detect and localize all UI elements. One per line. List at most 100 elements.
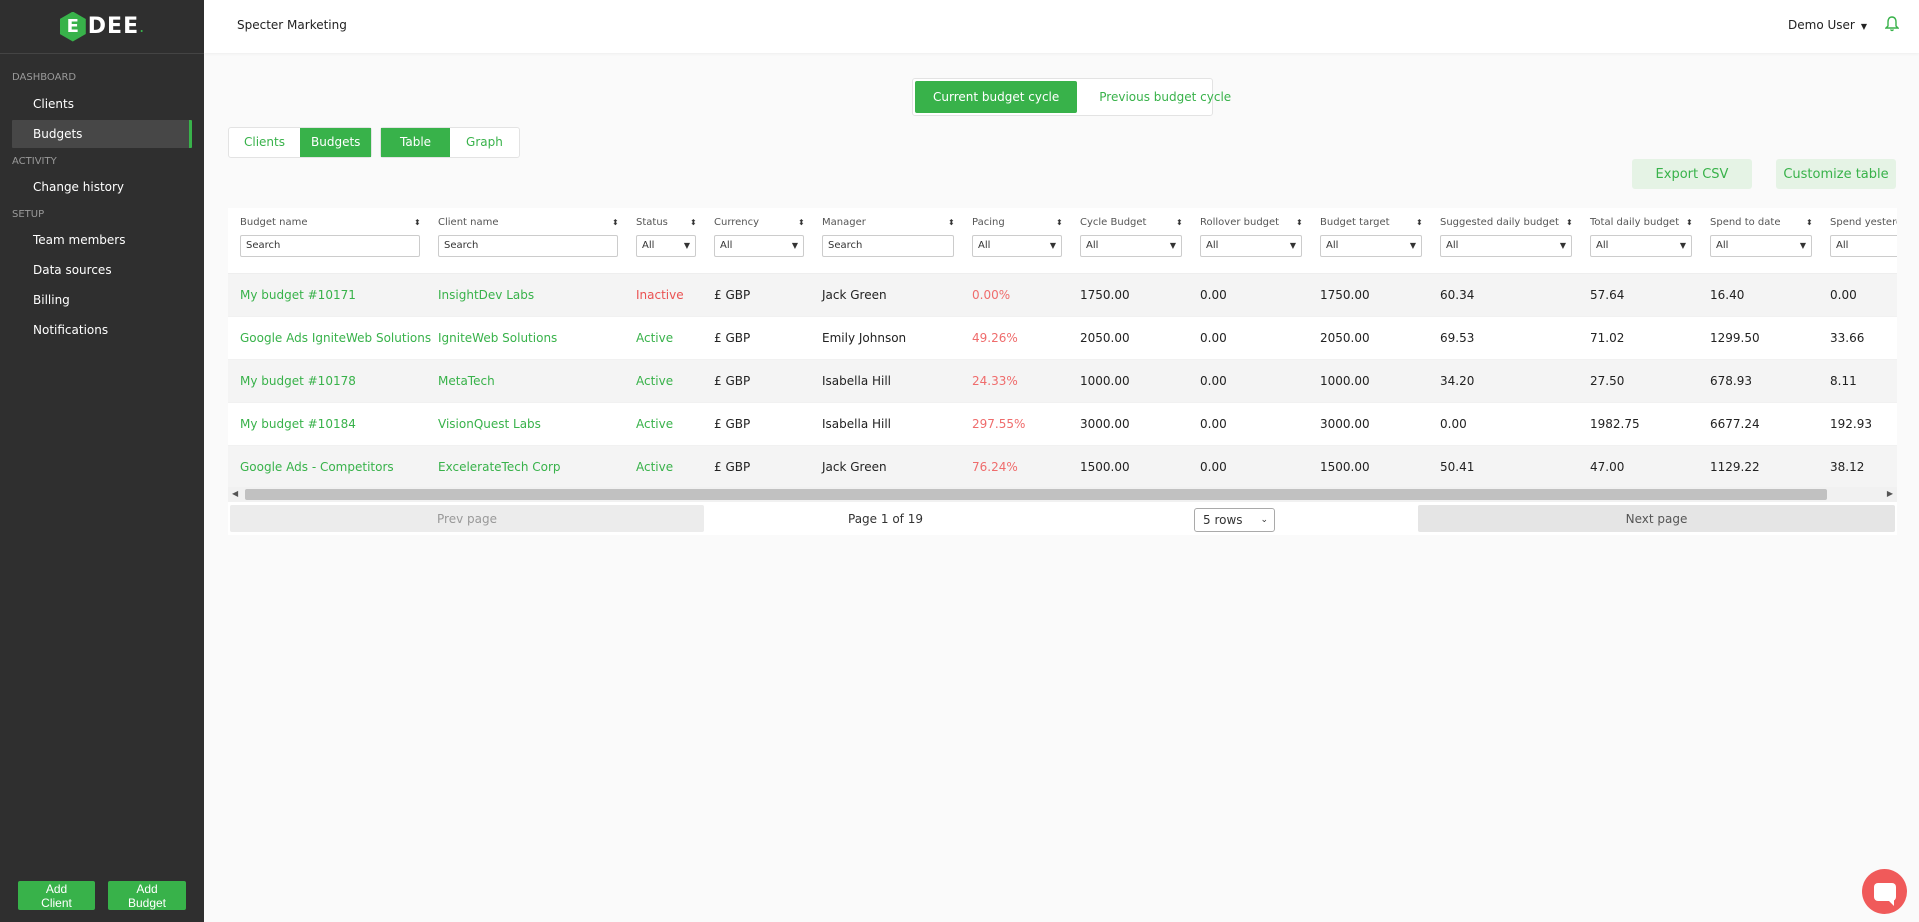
cell-rollover-budget: 0.00 bbox=[1200, 460, 1227, 474]
caret-down-icon: ▼ bbox=[791, 241, 798, 250]
sort-icon[interactable]: ⬍ bbox=[948, 218, 955, 227]
sort-icon[interactable]: ⬍ bbox=[798, 218, 805, 227]
rows-per-page-select[interactable]: 5 rows ⌄ bbox=[1194, 508, 1275, 532]
caret-down-icon: ▼ bbox=[1289, 241, 1296, 250]
sort-icon[interactable]: ⬍ bbox=[690, 218, 697, 227]
scroll-left-icon[interactable]: ◀ bbox=[232, 489, 238, 498]
filter-value: All bbox=[1326, 240, 1339, 251]
cell-budget-name[interactable]: Google Ads - Competitors bbox=[240, 446, 394, 489]
scroll-right-icon[interactable]: ▶ bbox=[1887, 489, 1893, 498]
cell-budget-name[interactable]: My budget #10184 bbox=[240, 403, 356, 446]
spend-to-date-filter-select[interactable]: All ▼ bbox=[1710, 235, 1812, 257]
cell-currency: £ GBP bbox=[714, 460, 751, 474]
cell-client-name[interactable]: ExcelerateTech Corp bbox=[438, 446, 561, 489]
cell-budget-name[interactable]: Google Ads IgniteWeb Solutions bbox=[240, 317, 431, 360]
cell-manager: Emily Johnson bbox=[822, 331, 907, 345]
export-csv-button[interactable]: Export CSV bbox=[1632, 159, 1752, 189]
sidebar-item-clients[interactable]: Clients bbox=[12, 90, 192, 118]
cell-suggested-daily-budget: 34.20 bbox=[1440, 374, 1475, 388]
cell-client-name[interactable]: VisionQuest Labs bbox=[438, 403, 541, 446]
sort-icon[interactable]: ⬍ bbox=[1056, 218, 1063, 227]
column-pacing: Pacing ⬍ All ▼ bbox=[960, 208, 1068, 257]
add-client-button[interactable]: Add Client bbox=[18, 881, 95, 910]
display-toggle: Table Graph bbox=[380, 127, 520, 158]
user-menu[interactable]: Demo User ▼ bbox=[1788, 18, 1867, 32]
cell-client-name[interactable]: MetaTech bbox=[438, 360, 495, 403]
sort-icon[interactable]: ⬍ bbox=[612, 218, 619, 227]
column-header-label: Suggested daily budget bbox=[1440, 217, 1559, 228]
sort-icon[interactable]: ⬍ bbox=[1566, 218, 1573, 227]
sidebar-item-change-history[interactable]: Change history bbox=[12, 173, 192, 201]
cell-rollover-budget: 0.00 bbox=[1200, 288, 1227, 302]
column-header-label: Manager bbox=[822, 217, 866, 228]
cell-spend-to-date: 1299.50 bbox=[1710, 331, 1760, 345]
pacing-filter-select[interactable]: All ▼ bbox=[972, 235, 1062, 257]
cell-spend-to-date: 1129.22 bbox=[1710, 460, 1760, 474]
total-daily-budget-filter-select[interactable]: All ▼ bbox=[1590, 235, 1692, 257]
cell-pacing: 49.26% bbox=[972, 331, 1018, 345]
cell-status: Active bbox=[636, 417, 674, 431]
spend-yesterday-filter-select[interactable]: All▼ bbox=[1830, 235, 1897, 257]
logo[interactable]: E DEE. bbox=[0, 0, 204, 54]
sidebar-item-data-sources[interactable]: Data sources bbox=[12, 256, 192, 284]
sidebar-item-team-members[interactable]: Team members bbox=[12, 226, 192, 254]
cell-budget-name[interactable]: My budget #10178 bbox=[240, 360, 356, 403]
cell-currency: £ GBP bbox=[714, 417, 751, 431]
column-client-name: Client name ⬍ Search bbox=[426, 208, 624, 257]
caret-down-icon: ▼ bbox=[1679, 241, 1686, 250]
previous-budget-cycle-button[interactable]: Previous budget cycle bbox=[1081, 81, 1249, 113]
budget-target-filter-select[interactable]: All ▼ bbox=[1320, 235, 1422, 257]
tab-graph[interactable]: Graph bbox=[450, 128, 519, 157]
manager-search-input[interactable]: Search bbox=[822, 235, 954, 257]
add-budget-button[interactable]: Add Budget bbox=[108, 881, 186, 910]
cell-spend-yesterday: 38.12 bbox=[1830, 460, 1865, 474]
bell-icon[interactable] bbox=[1884, 16, 1900, 36]
column-currency: Currency ⬍ All ▼ bbox=[702, 208, 810, 257]
sort-icon[interactable]: ⬍ bbox=[1296, 218, 1303, 227]
column-header-label: Client name bbox=[438, 217, 499, 228]
customize-table-button[interactable]: Customize table bbox=[1776, 159, 1896, 189]
sort-icon[interactable]: ⬍ bbox=[1686, 218, 1693, 227]
next-page-button[interactable]: Next page bbox=[1418, 505, 1895, 532]
horizontal-scrollbar[interactable]: ◀ ▶ bbox=[228, 487, 1897, 502]
tab-budgets[interactable]: Budgets bbox=[300, 128, 372, 157]
cell-pacing: 76.24% bbox=[972, 460, 1018, 474]
tab-table[interactable]: Table bbox=[381, 128, 451, 157]
cell-rollover-budget: 0.00 bbox=[1200, 331, 1227, 345]
currency-filter-select[interactable]: All ▼ bbox=[714, 235, 804, 257]
client-name-search-input[interactable]: Search bbox=[438, 235, 618, 257]
cell-currency: £ GBP bbox=[714, 288, 751, 302]
current-budget-cycle-button[interactable]: Current budget cycle bbox=[915, 81, 1078, 113]
cell-cycle-budget: 3000.00 bbox=[1080, 417, 1130, 431]
sidebar-item-billing[interactable]: Billing bbox=[12, 286, 192, 314]
nav-section-dashboard: DASHBOARD bbox=[12, 72, 77, 83]
prev-page-button[interactable]: Prev page bbox=[230, 505, 704, 532]
sidebar-item-notifications[interactable]: Notifications bbox=[12, 316, 192, 344]
suggested-daily-budget-filter-select[interactable]: All ▼ bbox=[1440, 235, 1572, 257]
cell-client-name[interactable]: IgniteWeb Solutions bbox=[438, 317, 557, 360]
cell-spend-yesterday: 8.11 bbox=[1830, 374, 1857, 388]
sort-icon[interactable]: ⬍ bbox=[414, 218, 421, 227]
status-filter-select[interactable]: All ▼ bbox=[636, 235, 696, 257]
budget-name-search-input[interactable]: Search bbox=[240, 235, 420, 257]
cell-budget-name[interactable]: My budget #10171 bbox=[240, 274, 356, 317]
cell-spend-yesterday: 0.00 bbox=[1830, 288, 1857, 302]
sort-icon[interactable]: ⬍ bbox=[1806, 218, 1813, 227]
cell-status: Active bbox=[636, 331, 674, 345]
sort-icon[interactable]: ⬍ bbox=[1176, 218, 1183, 227]
rollover-budget-filter-select[interactable]: All ▼ bbox=[1200, 235, 1302, 257]
cell-client-name[interactable]: InsightDev Labs bbox=[438, 274, 534, 317]
chat-launcher[interactable] bbox=[1862, 869, 1907, 914]
cell-total-daily-budget: 27.50 bbox=[1590, 374, 1625, 388]
filter-value: All bbox=[1446, 240, 1459, 251]
scroll-thumb[interactable] bbox=[245, 489, 1827, 500]
sidebar-item-budgets[interactable]: Budgets bbox=[12, 120, 192, 148]
caret-down-icon: ▼ bbox=[1559, 241, 1566, 250]
cycle-budget-filter-select[interactable]: All ▼ bbox=[1080, 235, 1182, 257]
tab-clients[interactable]: Clients bbox=[229, 128, 300, 157]
filter-value: All bbox=[1716, 240, 1729, 251]
cell-spend-to-date: 678.93 bbox=[1710, 374, 1752, 388]
cell-currency: £ GBP bbox=[714, 331, 751, 345]
filter-value: All bbox=[1086, 240, 1099, 251]
sort-icon[interactable]: ⬍ bbox=[1416, 218, 1423, 227]
